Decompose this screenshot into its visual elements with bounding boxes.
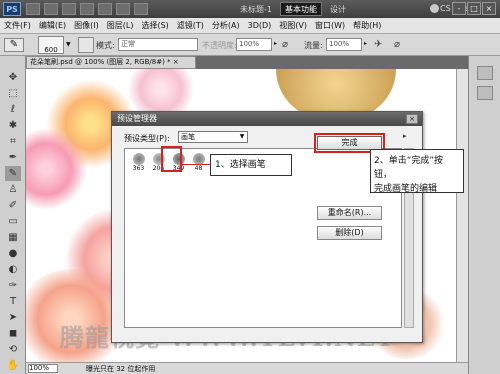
document-tab[interactable]: 花朵笔刷.psd @ 100% (图层 2, RGB/8#) * × xyxy=(26,56,196,69)
brush-size-value: 600 xyxy=(44,46,58,54)
hand-tool-icon[interactable]: ✋ xyxy=(5,358,21,373)
callout-step1: 1、选择画笔 xyxy=(210,154,292,176)
brush-size-picker[interactable]: 600 xyxy=(38,36,64,54)
marquee-tool-icon[interactable]: ⬚ xyxy=(5,86,21,101)
document-title: 未标题-1 xyxy=(240,5,272,14)
mode-select[interactable]: 正常 xyxy=(118,38,198,51)
chevron-right-icon[interactable]: ▸ xyxy=(364,40,367,47)
rename-button[interactable]: 重命名(R)... xyxy=(317,206,382,220)
dodge-tool-icon[interactable]: ◐ xyxy=(5,262,21,277)
brush-thumbnail xyxy=(132,153,145,165)
eyedropper-tool-icon[interactable]: ✒ xyxy=(5,150,21,165)
callout-connector xyxy=(180,164,210,165)
menu-3d[interactable]: 3D(D) xyxy=(244,18,276,33)
bridge-icon[interactable] xyxy=(26,3,40,15)
menu-layer[interactable]: 图层(L) xyxy=(103,18,138,33)
minimize-button[interactable]: - xyxy=(452,2,466,15)
tools-panel: ✥ ⬚ ℓ ✱ ⌗ ✒ ✎ ♙ ✐ ▭ ▦ ● ◐ ✑ T ➤ ◼ ⟲ ✋ xyxy=(0,56,26,374)
hand-icon[interactable] xyxy=(80,3,94,15)
menu-image[interactable]: 图像(I) xyxy=(70,18,103,33)
selected-brush-highlight xyxy=(161,146,182,172)
move-tool-icon[interactable]: ✥ xyxy=(5,70,21,85)
panel-dock xyxy=(468,56,500,374)
rotate-view-icon[interactable] xyxy=(98,3,112,15)
close-window-button[interactable]: × xyxy=(482,2,496,15)
type-tool-icon[interactable]: T xyxy=(5,294,21,309)
screen-mode-icon[interactable] xyxy=(134,3,148,15)
menu-edit[interactable]: 编辑(E) xyxy=(35,18,70,33)
zoom-level-icon[interactable] xyxy=(62,3,76,15)
preset-type-select[interactable]: 画笔 ▼ xyxy=(178,131,248,143)
title-bar: PS 未标题-1 基本功能 设计 CS Live - □ × xyxy=(0,0,500,18)
brush-preset[interactable]: 363 xyxy=(129,153,148,174)
status-text: 曝光只在 32 位起作用 xyxy=(86,365,156,373)
close-icon[interactable]: × xyxy=(406,114,418,124)
mini-bridge-icon[interactable] xyxy=(44,3,58,15)
arrange-documents-icon[interactable] xyxy=(116,3,130,15)
workspace-design-button[interactable]: 设计 xyxy=(330,4,346,15)
panel-icon[interactable] xyxy=(477,86,493,100)
delete-button[interactable]: 删除(D) xyxy=(317,226,382,240)
flow-field[interactable]: 100% xyxy=(326,38,362,51)
brush-size-label: 363 xyxy=(132,165,145,172)
menu-bar: 文件(F) 编辑(E) 图像(I) 图层(L) 选择(S) 滤镜(T) 分析(A… xyxy=(0,18,500,34)
menu-help[interactable]: 帮助(H) xyxy=(349,18,385,33)
pressure-opacity-icon[interactable]: ⌀ xyxy=(282,38,296,52)
callout-step2-line2: 完成画笔的编辑 xyxy=(374,184,438,194)
crop-tool-icon[interactable]: ⌗ xyxy=(5,134,21,149)
chevron-down-icon[interactable]: ▼ xyxy=(66,38,74,52)
opacity-label: 不透明度: xyxy=(202,41,237,50)
menu-window[interactable]: 窗口(W) xyxy=(311,18,349,33)
panel-icon[interactable] xyxy=(477,66,493,80)
dialog-title: 预设管理器 xyxy=(112,112,422,126)
callout-step2: 2、单击“完成”按钮， 完成画笔的编辑 xyxy=(370,149,464,194)
menu-view[interactable]: 视图(V) xyxy=(275,18,311,33)
brush-tool-icon[interactable]: ✎ xyxy=(5,166,21,181)
workspace-essentials-button[interactable]: 基本功能 xyxy=(280,2,322,16)
path-select-tool-icon[interactable]: ➤ xyxy=(5,310,21,325)
gradient-tool-icon[interactable]: ▦ xyxy=(5,230,21,245)
shape-tool-icon[interactable]: ◼ xyxy=(5,326,21,341)
panel-menu-icon[interactable]: ▸ xyxy=(403,132,407,140)
done-button[interactable]: 完成 xyxy=(314,133,385,153)
brush-panel-toggle-icon[interactable] xyxy=(78,37,94,53)
options-bar: ✎ 600 ▼ 模式: 正常 不透明度: 100% ▸ ⌀ 流量: 100% ▸… xyxy=(0,34,500,56)
pen-tool-icon[interactable]: ✑ xyxy=(5,278,21,293)
maximize-button[interactable]: □ xyxy=(467,2,481,15)
history-brush-tool-icon[interactable]: ✐ xyxy=(5,198,21,213)
lasso-tool-icon[interactable]: ℓ xyxy=(5,102,21,117)
quick-select-tool-icon[interactable]: ✱ xyxy=(5,118,21,133)
cs-live-icon xyxy=(430,4,439,13)
callout-step2-line1: 2、单击“完成”按钮， xyxy=(374,156,444,180)
zoom-field[interactable]: 100% xyxy=(28,364,58,373)
menu-analysis[interactable]: 分析(A) xyxy=(208,18,244,33)
status-bar: 100% 曝光只在 32 位起作用 xyxy=(26,362,468,374)
clone-stamp-tool-icon[interactable]: ♙ xyxy=(5,182,21,197)
opacity-field[interactable]: 100% xyxy=(236,38,272,51)
chevron-right-icon[interactable]: ▸ xyxy=(274,40,277,47)
airbrush-icon[interactable]: ✈ xyxy=(374,38,388,52)
3d-rotate-tool-icon[interactable]: ⟲ xyxy=(5,342,21,357)
preset-type-label: 预设类型(P): xyxy=(124,134,170,143)
photoshop-logo: PS xyxy=(3,2,21,16)
chevron-down-icon: ▼ xyxy=(239,133,245,140)
blur-tool-icon[interactable]: ● xyxy=(5,246,21,261)
flow-label: 流量: xyxy=(304,41,323,50)
eraser-tool-icon[interactable]: ▭ xyxy=(5,214,21,229)
menu-file[interactable]: 文件(F) xyxy=(0,18,35,33)
canvas-vertical-scrollbar[interactable] xyxy=(456,69,468,362)
pressure-size-icon[interactable]: ⌀ xyxy=(394,38,408,52)
brush-tool-preset-icon[interactable]: ✎ xyxy=(4,38,24,52)
mode-label: 模式: xyxy=(96,41,115,50)
brush-size-label: 48 xyxy=(194,165,203,172)
preset-type-value: 画笔 xyxy=(181,133,195,141)
menu-select[interactable]: 选择(S) xyxy=(137,18,172,33)
menu-filter[interactable]: 滤镜(T) xyxy=(173,18,208,33)
